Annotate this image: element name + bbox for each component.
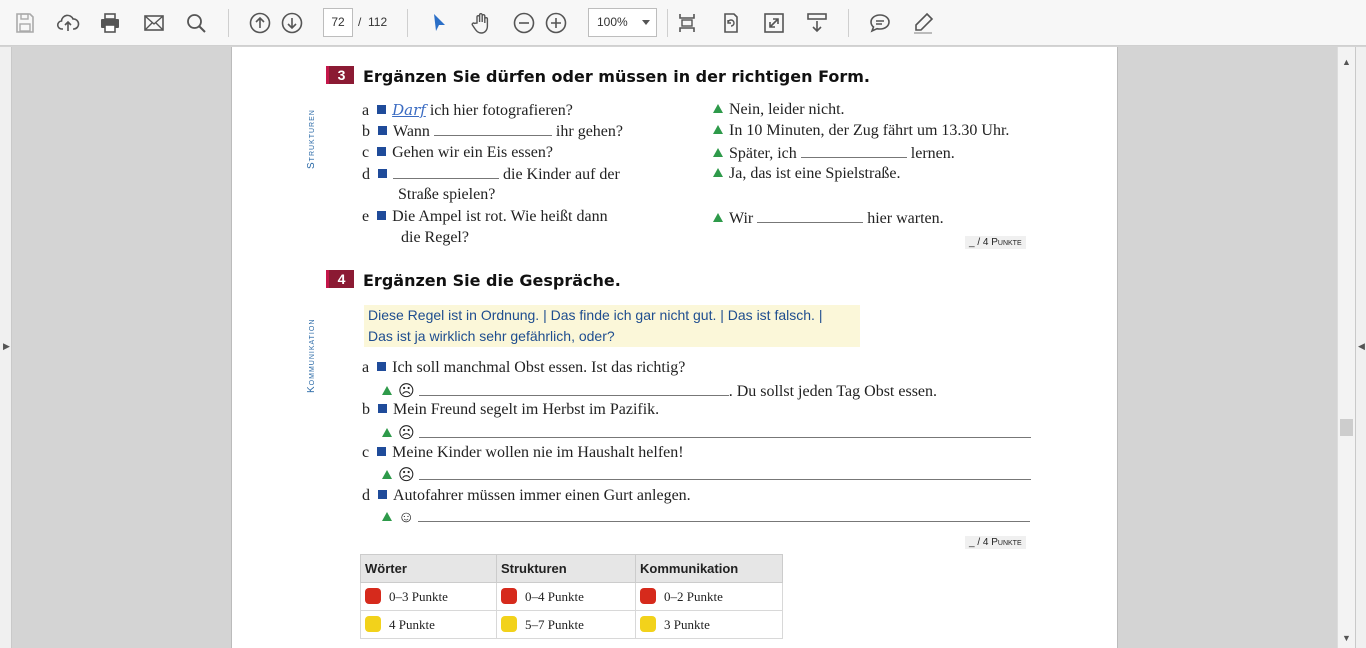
yellow-status-icon (640, 616, 656, 632)
comment-icon[interactable] (865, 8, 895, 38)
search-icon[interactable] (181, 8, 211, 38)
fill-blank[interactable] (800, 144, 907, 158)
exercise-title: Ergänzen Sie die Gespräche. (363, 271, 621, 290)
answer-line: In 10 Minuten, der Zug fährt um 13.30 Uh… (713, 122, 1009, 140)
next-page-icon[interactable] (277, 8, 307, 38)
fill-blank[interactable] (433, 122, 552, 136)
expand-left-icon: ▶ (3, 341, 10, 351)
word-box: Diese Regel ist in Ordnung. | Das finde … (364, 305, 860, 347)
question-line: c Gehen wir ein Eis essen? (362, 144, 553, 161)
exercise-number: 3 (326, 66, 354, 84)
chevron-down-icon (642, 20, 650, 25)
red-status-icon (501, 588, 517, 604)
toolbar: 72 / 112 100% (0, 0, 1366, 46)
full-screen-icon[interactable] (759, 8, 789, 38)
section-label: Kommunikation (306, 318, 317, 393)
fill-blank[interactable] (418, 382, 729, 396)
question-continuation: die Regel? (401, 229, 469, 246)
answer-line: Wir hier warten. (713, 209, 944, 228)
yellow-status-icon (365, 616, 381, 632)
document-page: 3 Ergänzen Sie dürfen oder müssen in der… (231, 47, 1118, 648)
page-count: / 112 (358, 15, 388, 29)
question-line: c Meine Kinder wollen nie im Haushalt he… (362, 444, 684, 461)
red-status-icon (365, 588, 381, 604)
table-row: 0–3 Punkte 0–4 Punkte 0–2 Punkte (360, 582, 783, 611)
fill-blank[interactable] (757, 209, 864, 223)
vertical-scrollbar[interactable]: ▲ ▼ (1337, 47, 1355, 648)
fill-blank[interactable] (418, 424, 1031, 438)
select-tool-icon[interactable] (424, 8, 454, 38)
zoom-select[interactable]: 100% (588, 8, 657, 37)
right-panel-toggle[interactable]: ◀ (1355, 47, 1366, 648)
highlight-pen-icon[interactable] (908, 8, 938, 38)
email-icon[interactable] (139, 8, 169, 38)
question-line: b Wann ihr gehen? (362, 122, 623, 140)
expand-right-icon: ◀ (1358, 341, 1365, 351)
hand-tool-icon[interactable] (466, 8, 496, 38)
results-table: Wörter Strukturen Kommunikation 0–3 Punk… (360, 554, 783, 639)
red-status-icon (640, 588, 656, 604)
zoom-out-icon[interactable] (509, 8, 539, 38)
previous-page-icon[interactable] (245, 8, 275, 38)
answer-line: ☹ . Du sollst jeden Tag Obst essen. (382, 381, 937, 401)
scrollbar-thumb[interactable] (1340, 419, 1353, 436)
fill-blank[interactable] (393, 165, 499, 179)
table-header-row: Wörter Strukturen Kommunikation (360, 554, 783, 583)
save-icon[interactable] (10, 8, 40, 38)
section-label: Strukturen (306, 109, 317, 169)
left-panel-toggle[interactable]: ▶ (0, 47, 12, 648)
question-line: a Ich soll manchmal Obst essen. Ist das … (362, 359, 686, 376)
question-line: b Mein Freund segelt im Herbst im Pazifi… (362, 401, 660, 418)
page-number-input[interactable]: 72 (323, 8, 353, 37)
column-header: Strukturen (496, 554, 636, 583)
question-line: d die Kinder auf der (362, 165, 620, 183)
question-line: a Darf ich hier fotografieren? (362, 101, 573, 119)
fill-blank[interactable] (418, 466, 1031, 480)
answer-line: ☺ (382, 508, 1031, 527)
print-icon[interactable] (95, 8, 125, 38)
column-header: Wörter (360, 554, 497, 583)
rotate-page-icon[interactable] (716, 8, 746, 38)
exercise-number: 4 (326, 270, 354, 288)
exercise-title: Ergänzen Sie dürfen oder müssen in der r… (363, 67, 870, 86)
points-label: _ / 4 Punkte (965, 536, 1026, 549)
fill-blank[interactable] (418, 508, 1031, 522)
question-line: d Autofahrer müssen immer einen Gurt anl… (362, 487, 691, 504)
answer-line: ☹ (382, 423, 1031, 443)
column-header: Kommunikation (635, 554, 783, 583)
question-line: e Die Ampel ist rot. Wie heißt dann (362, 208, 608, 225)
question-continuation: Straße spielen? (398, 186, 496, 203)
scroll-up-icon[interactable]: ▲ (1342, 57, 1351, 67)
yellow-status-icon (501, 616, 517, 632)
zoom-in-icon[interactable] (541, 8, 571, 38)
scroll-mode-icon[interactable] (802, 8, 832, 38)
upload-cloud-icon[interactable] (53, 8, 83, 38)
scroll-down-icon[interactable]: ▼ (1342, 633, 1351, 643)
answer-line: Ja, das ist eine Spielstraße. (713, 165, 901, 183)
fit-page-icon[interactable] (672, 8, 702, 38)
answer-line: Nein, leider nicht. (713, 101, 845, 119)
answer-line: ☹ (382, 465, 1031, 485)
points-label: _ / 4 Punkte (965, 236, 1026, 249)
answer-line: Später, ich lernen. (713, 144, 955, 163)
table-row: 4 Punkte 5–7 Punkte 3 Punkte (360, 610, 783, 639)
